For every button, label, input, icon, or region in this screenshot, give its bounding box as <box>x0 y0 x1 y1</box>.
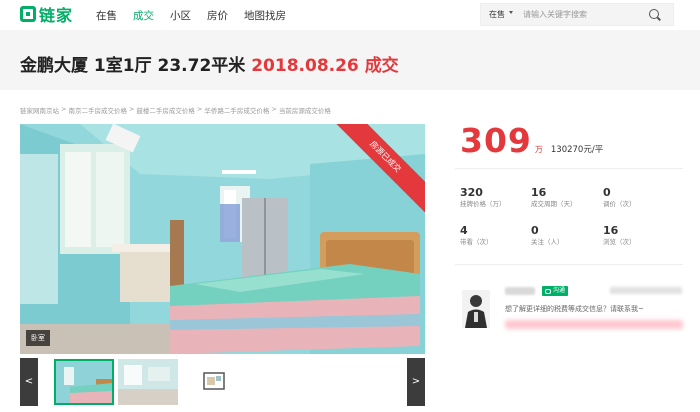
chevron-down-icon[interactable] <box>509 11 513 14</box>
main-photo[interactable]: 房源已成交 卧室 <box>20 124 425 354</box>
stat-deal-cycle: 16 成交周期（天） <box>531 186 591 210</box>
stat-viewings: 4 带看（次） <box>460 224 520 248</box>
listing-name: 金鹏大厦 <box>20 56 88 76</box>
breadcrumb: 链家网南京站 > 南京二手房成交价格 > 鼓楼二手房成交价格 > 华侨路二手房成… <box>20 105 331 115</box>
stat-followers: 0 关注（人） <box>531 224 591 248</box>
agent-phone-blurred <box>505 320 683 329</box>
breadcrumb-separator: > <box>196 105 203 113</box>
breadcrumb-separator: > <box>271 105 277 113</box>
title-band: 金鹏大厦 1室1厅 23.72平米 2018.08.26 成交 <box>0 30 700 90</box>
stat-value: 16 <box>603 224 619 237</box>
divider <box>455 264 683 265</box>
stat-label: 关注（人） <box>531 238 564 246</box>
nav-link-prices[interactable]: 房价 <box>207 8 228 23</box>
agent-avatar[interactable] <box>462 290 490 328</box>
top-nav: 链家 在售 成交 小区 房价 地图找房 在售 <box>0 0 700 30</box>
nav-link-for-sale[interactable]: 在售 <box>96 8 117 23</box>
chevron-left-icon: < <box>24 376 34 387</box>
logo[interactable]: 链家 <box>20 4 74 25</box>
search-box: 在售 <box>480 3 674 26</box>
search-scope-select[interactable]: 在售 <box>489 9 505 20</box>
nav-link-sold[interactable]: 成交 <box>133 8 154 23</box>
stat-value: 320 <box>460 186 483 199</box>
breadcrumb-separator: > <box>128 105 135 113</box>
chat-button-label: 沟通 <box>553 287 566 294</box>
chevron-right-icon: > <box>411 376 421 387</box>
chat-button[interactable]: 沟通 <box>542 286 569 296</box>
thumbnail-bedroom[interactable] <box>54 359 114 405</box>
listing-area: 23.72平米 <box>157 56 246 76</box>
nav-link-community[interactable]: 小区 <box>170 8 191 23</box>
stat-label: 挂牌价格（万） <box>460 200 506 208</box>
agent-name-blurred <box>505 287 535 295</box>
stat-label: 浏览（次） <box>603 238 636 246</box>
search-input[interactable] <box>523 7 643 22</box>
total-price: 309 <box>460 121 532 160</box>
search-icon[interactable] <box>649 9 659 19</box>
page-title: 金鹏大厦 1室1厅 23.72平米 2018.08.26 成交 <box>20 51 399 76</box>
divider <box>455 168 683 169</box>
thumbnail-image <box>182 359 242 405</box>
deal-date: 2018.08.26 <box>251 56 359 76</box>
thumbnail-image <box>56 361 112 403</box>
nav-links: 在售 成交 小区 房价 地图找房 <box>96 8 302 23</box>
agent-photo-image <box>462 290 490 328</box>
nav-link-map[interactable]: 地图找房 <box>244 8 286 23</box>
stat-value: 4 <box>460 224 468 237</box>
logo-text: 链家 <box>39 6 74 25</box>
unit-price: 130270元/平 <box>550 145 604 155</box>
breadcrumb-item[interactable]: 南京二手房成交价格 <box>68 105 127 115</box>
thumbnail-image <box>118 359 178 405</box>
stat-value: 16 <box>531 186 547 199</box>
stat-value: 0 <box>531 224 539 237</box>
stat-listing-price: 320 挂牌价格（万） <box>460 186 520 210</box>
stat-value: 0 <box>603 186 611 199</box>
stat-label: 带看（次） <box>460 238 493 246</box>
next-arrow-button[interactable]: > <box>407 358 425 406</box>
thumbnail-strip: < > <box>20 358 425 406</box>
deal-label: 成交 <box>364 56 399 76</box>
room-tag: 卧室 <box>26 330 50 346</box>
bedroom-photo-image <box>20 124 425 354</box>
stat-label: 调价（次） <box>603 200 636 208</box>
stat-label: 成交周期（天） <box>531 200 577 208</box>
breadcrumb-item-current: 当前房源成交价格 <box>278 107 331 115</box>
listing-layout: 1室1厅 <box>93 56 152 76</box>
price-row: 309 万 130270元/平 <box>460 121 603 160</box>
agent-message: 想了解更详细的税费等成交信息？请联系我~ <box>505 305 644 313</box>
logo-house-icon <box>20 6 36 22</box>
breadcrumb-item[interactable]: 链家网南京站 <box>20 105 59 115</box>
stat-page-views: 16 浏览（次） <box>603 224 663 248</box>
agent-info-blurred <box>610 287 682 294</box>
breadcrumb-item[interactable]: 华侨路二手房成交价格 <box>204 105 269 115</box>
thumbnail-room[interactable] <box>118 359 178 405</box>
breadcrumb-separator: > <box>61 105 67 113</box>
breadcrumb-item[interactable]: 鼓楼二手房成交价格 <box>136 105 195 115</box>
stat-price-adjust: 0 调价（次） <box>603 186 663 210</box>
total-price-unit: 万 <box>534 145 543 154</box>
chat-icon <box>545 288 551 294</box>
thumbnail-floorplan[interactable] <box>182 359 242 405</box>
prev-arrow-button[interactable]: < <box>20 358 38 406</box>
